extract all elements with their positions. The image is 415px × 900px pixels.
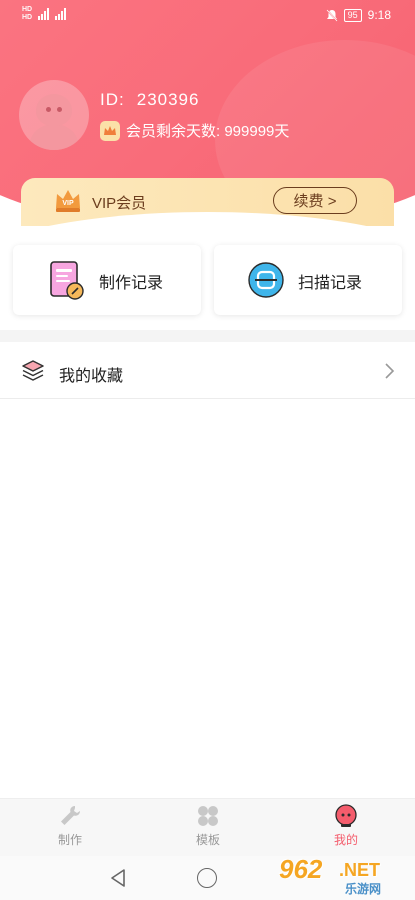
hd-indicator: HD xyxy=(22,14,33,21)
clock: 9:18 xyxy=(367,8,391,22)
status-right: 95 9:18 xyxy=(326,8,391,22)
layers-icon xyxy=(22,360,44,381)
watermark-logo: 962 .NET 乐游网 xyxy=(275,852,413,898)
membership-days-text: 会员剩余天数: 999999天 xyxy=(126,123,290,140)
tab-mine-label: 我的 xyxy=(333,833,358,847)
avatar-icon[interactable] xyxy=(19,80,89,150)
user-id-value: 230396 xyxy=(136,90,200,109)
renew-button[interactable]: 续费 > xyxy=(273,187,357,214)
tab-make-label: 制作 xyxy=(57,833,82,847)
chevron-right-icon xyxy=(385,363,395,379)
section-divider xyxy=(0,330,415,342)
document-edit-icon xyxy=(50,261,84,300)
vip-label: VIP会员 xyxy=(92,195,147,212)
tab-template[interactable]: 模板 xyxy=(168,804,248,854)
vip-crown-icon: VIP xyxy=(56,190,80,212)
status-signals: HD HD xyxy=(22,6,67,22)
signal-icon xyxy=(55,8,67,20)
wrench-icon xyxy=(61,806,80,825)
avatar-head xyxy=(36,94,72,126)
vip-badge-text: VIP xyxy=(62,200,74,207)
my-favorites-row[interactable]: 我的收藏 xyxy=(0,344,415,399)
user-face-icon xyxy=(335,804,357,827)
home-circle-icon[interactable] xyxy=(197,868,217,888)
avatar-eye xyxy=(46,107,51,112)
user-id-label: ID: xyxy=(100,90,125,109)
make-records-label: 制作记录 xyxy=(99,275,164,292)
status-bar: HD HD 95 9:18 xyxy=(0,0,415,32)
bottom-tab-bar: 制作 模板 我的 xyxy=(0,798,415,856)
make-records-card[interactable]: 制作记录 xyxy=(13,245,201,315)
scan-records-card[interactable]: 扫描记录 xyxy=(214,245,402,315)
watermark-number: 962 xyxy=(279,854,323,884)
back-triangle-icon[interactable] xyxy=(108,867,128,889)
tab-make[interactable]: 制作 xyxy=(30,804,110,854)
signal-icon xyxy=(38,8,50,20)
avatar-body xyxy=(30,124,78,150)
membership-days: 会员剩余天数: 999999天 xyxy=(100,120,289,141)
user-id: ID: 230396 xyxy=(100,90,199,110)
sim-indicators: HD HD xyxy=(22,6,32,22)
tab-mine[interactable]: 我的 xyxy=(306,804,386,854)
hd-indicator: HD xyxy=(22,6,33,13)
tab-template-label: 模板 xyxy=(195,833,220,847)
watermark-sub: 乐游网 xyxy=(345,882,382,896)
scan-icon xyxy=(248,262,284,298)
profile-header: HD HD 95 9:18 ID: 230396 会员剩余天数: 999999天 xyxy=(0,0,415,235)
battery-indicator: 95 xyxy=(343,8,362,22)
clover-grid-icon xyxy=(198,806,218,826)
bell-mute-icon xyxy=(326,8,338,22)
scan-records-label: 扫描记录 xyxy=(298,275,363,292)
watermark-net: .NET xyxy=(339,860,381,880)
avatar-eye xyxy=(57,107,62,112)
crown-icon xyxy=(100,120,120,141)
my-favorites-label: 我的收藏 xyxy=(59,368,124,385)
